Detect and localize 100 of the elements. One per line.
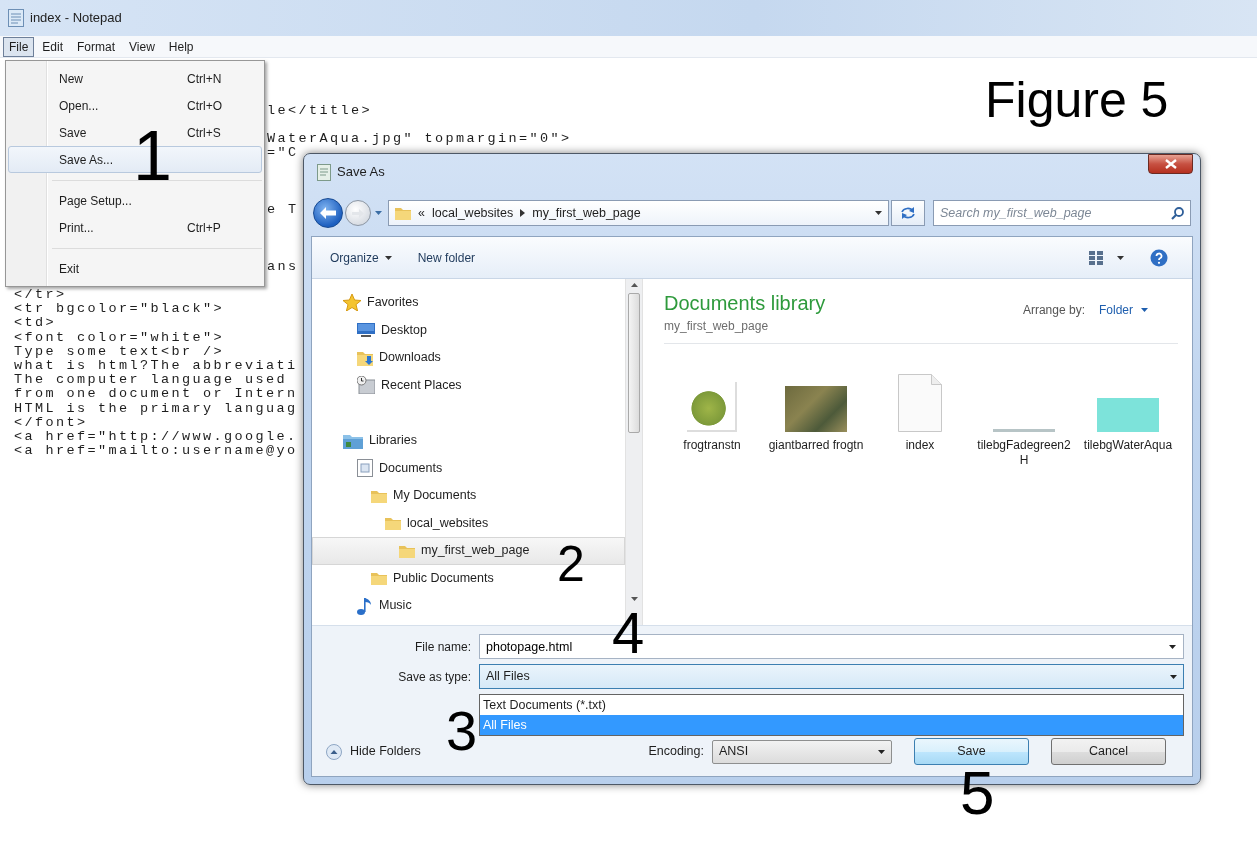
tree-item[interactable]: Desktop — [312, 316, 625, 344]
help-button[interactable] — [1150, 248, 1168, 267]
refresh-button[interactable] — [891, 200, 925, 226]
code-line: <tr bgcolor="black"> — [14, 302, 225, 317]
address-bar[interactable]: « local_websites my_first_web_page — [388, 200, 889, 226]
view-grid-icon — [1089, 250, 1103, 265]
photo-placeholder — [785, 386, 847, 432]
chevron-right-icon — [520, 209, 526, 217]
download-folder-icon — [357, 349, 373, 366]
dialog-title: Save As — [337, 163, 385, 182]
window-title: index - Notepad — [30, 9, 122, 28]
code-line: </font> — [14, 415, 88, 430]
caret-icon — [384, 255, 392, 260]
arrange-label: Arrange by: — [1022, 302, 1085, 319]
back-arrow-icon — [320, 207, 336, 219]
close-icon — [1164, 159, 1177, 169]
star-icon — [343, 294, 361, 312]
library-file[interactable]: frogtranstn — [664, 370, 760, 468]
field-label: File name: — [413, 638, 472, 656]
code-line: <a href="mailto:username@yo — [14, 444, 298, 459]
document-icon — [898, 374, 942, 432]
image-thumbnail — [993, 429, 1055, 432]
caret-icon — [875, 211, 882, 215]
menu-item[interactable]: New Ctrl+N — [8, 65, 262, 92]
code-line: ans — [267, 259, 299, 274]
scroll-down-icon — [630, 597, 638, 601]
field-label: Encoding: — [648, 743, 704, 761]
tree-item[interactable]: Documents — [312, 454, 625, 482]
close-button[interactable] — [1148, 154, 1193, 174]
code-line: <a href="http://www.google. — [14, 429, 298, 445]
document-icon — [317, 163, 331, 181]
breadcrumb-overflow[interactable]: « — [418, 203, 425, 223]
tree-item[interactable]: Libraries — [312, 427, 625, 455]
encoding-dropdown[interactable]: ANSI — [712, 739, 892, 764]
caret-icon — [1169, 645, 1176, 649]
code-line: <font color="white"> — [14, 330, 225, 345]
menu-item[interactable]: Print... Ctrl+P — [8, 214, 262, 241]
notepad-icon — [8, 9, 24, 27]
code-line: from one document or Intern — [14, 387, 298, 402]
back-button[interactable] — [313, 198, 343, 228]
tree-item[interactable]: My Documents — [312, 482, 625, 510]
tree-item[interactable]: Downloads — [312, 344, 625, 372]
collapse-icon — [326, 743, 342, 760]
menu-item[interactable]: Edit — [36, 36, 70, 57]
search-field[interactable]: Search my_first_web_page — [933, 200, 1191, 226]
menu-item[interactable]: File — [3, 36, 35, 57]
organize-button[interactable]: Organize — [322, 244, 400, 271]
caret-icon — [1141, 308, 1148, 312]
arrange-dropdown[interactable]: Folder — [1099, 301, 1148, 319]
library-file[interactable]: index — [872, 370, 968, 468]
code-line: Type some text<br /> — [14, 344, 225, 359]
library-file[interactable]: tilebgFadegreen2H — [976, 370, 1072, 468]
caret-icon — [1170, 674, 1177, 679]
code-line: e T — [267, 202, 299, 218]
library-title: Documents library — [664, 291, 826, 315]
image-thumbnail — [1097, 398, 1159, 432]
search-icon — [1171, 207, 1184, 220]
menu-item[interactable]: Format — [71, 36, 122, 57]
folder-icon — [385, 516, 401, 531]
menu-item[interactable]: Exit — [8, 255, 262, 282]
help-icon — [1150, 248, 1168, 267]
tree-item[interactable]: Recent Places — [312, 371, 625, 399]
music-note-icon — [357, 596, 373, 615]
forward-arrow-icon — [352, 208, 364, 218]
step-number: 3 — [446, 703, 478, 759]
file-type-dropdown[interactable]: All Files — [479, 664, 1184, 689]
tree-item[interactable]: Favorites — [312, 289, 625, 317]
menu-item[interactable]: Open... Ctrl+O — [8, 92, 262, 119]
code-line: The computer language used — [14, 373, 288, 388]
scroll-up-icon — [630, 283, 638, 287]
recent-places-icon — [357, 376, 375, 395]
code-line: <td> — [14, 316, 56, 331]
field-label: Save as type: — [397, 668, 472, 686]
new-folder-button[interactable]: New folder — [409, 244, 484, 271]
breadcrumb-link[interactable]: local_websites — [431, 203, 514, 223]
caret-icon — [375, 211, 382, 215]
code-line: HTML is the primary languag — [14, 401, 298, 416]
menu-item[interactable]: Help — [162, 36, 200, 57]
breadcrumb-link[interactable]: my_first_web_page — [532, 203, 641, 223]
documents-icon — [357, 459, 373, 478]
folder-icon — [399, 543, 415, 558]
folder-icon — [371, 571, 387, 586]
dropdown-option[interactable]: Text Documents (*.txt) — [480, 695, 1183, 715]
caret-icon — [878, 749, 885, 754]
menu-item[interactable]: View — [123, 36, 161, 57]
dialog-button[interactable]: Cancel — [1051, 738, 1166, 765]
code-line: ="C — [267, 146, 299, 161]
dialog-button[interactable]: Save — [914, 738, 1029, 765]
libraries-icon — [343, 432, 363, 449]
code-line: what is html?The abbreviati — [14, 358, 298, 374]
folder-icon — [371, 488, 387, 503]
library-subtitle: my_first_web_page — [664, 318, 770, 335]
refresh-icon — [900, 206, 916, 220]
code-line: le</title> — [267, 103, 372, 118]
code-line: </tr> — [14, 288, 67, 303]
library-file[interactable]: tilebgWaterAqua — [1080, 370, 1176, 468]
library-file[interactable]: giantbarred frogtn — [768, 370, 864, 468]
hide-folders-button[interactable]: Hide Folders — [326, 742, 421, 761]
tree-item[interactable]: local_websites — [312, 509, 625, 537]
history-dropdown-button[interactable] — [373, 211, 384, 215]
